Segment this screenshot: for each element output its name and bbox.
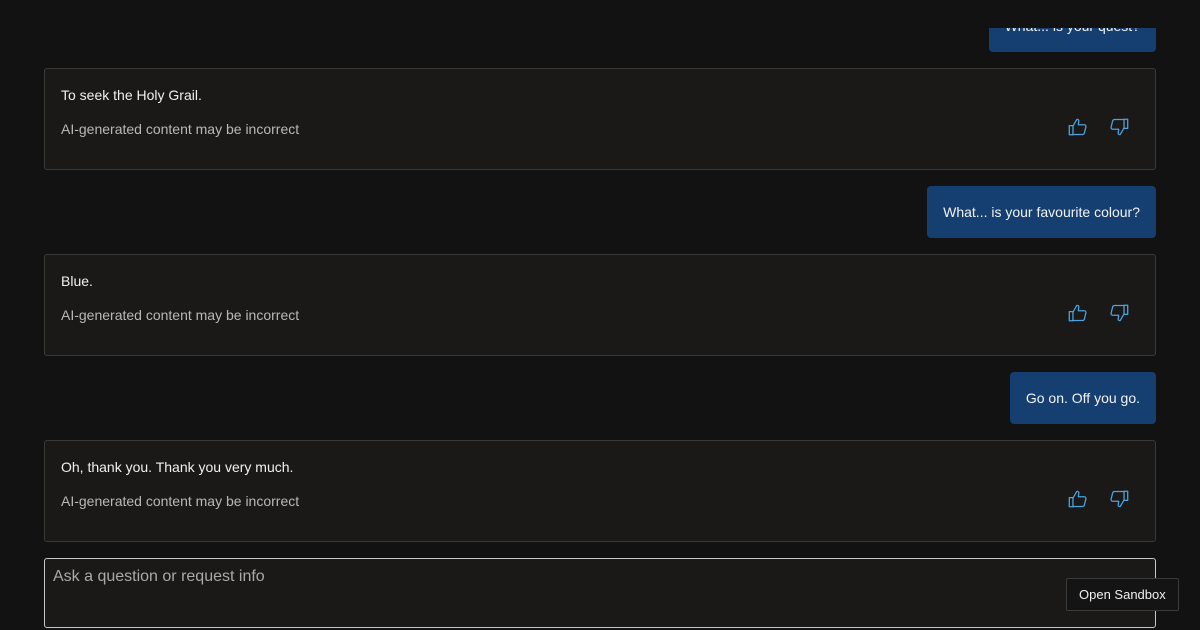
scroll-clip: [0, 0, 1200, 28]
thumbs-up-icon: [1067, 116, 1089, 143]
ai-disclaimer: AI-generated content may be incorrect: [61, 307, 300, 323]
chat-input[interactable]: [45, 559, 1155, 627]
user-message: Go on. Off you go.: [1009, 372, 1156, 424]
thumbs-down-icon: [1108, 488, 1130, 515]
thumbs-up-icon: [1067, 302, 1089, 329]
ai-message-text: Oh, thank you. Thank you very much.: [61, 459, 294, 475]
thumbs-down-icon: [1108, 116, 1130, 143]
ai-message-card: Blue. AI-generated content may be incorr…: [44, 254, 1156, 356]
user-message-text: Go on. Off you go.: [1025, 390, 1140, 406]
ai-message-card: Oh, thank you. Thank you very much. AI-g…: [44, 440, 1156, 542]
ai-message-text: Blue.: [61, 273, 93, 289]
thumbs-up-button[interactable]: [1066, 303, 1090, 327]
thumbs-up-button[interactable]: [1066, 489, 1090, 513]
ai-disclaimer: AI-generated content may be incorrect: [61, 493, 300, 509]
user-message: What... is your favourite colour?: [927, 186, 1156, 238]
thumbs-down-button[interactable]: [1107, 303, 1131, 327]
thumbs-down-button[interactable]: [1107, 489, 1131, 513]
ai-message-text: To seek the Holy Grail.: [61, 87, 202, 103]
ai-message-card: To seek the Holy Grail. AI-generated con…: [44, 68, 1156, 170]
ai-disclaimer: AI-generated content may be incorrect: [61, 121, 300, 137]
thumbs-down-button[interactable]: [1107, 117, 1131, 141]
thumbs-down-icon: [1108, 302, 1130, 329]
thumbs-up-icon: [1067, 488, 1089, 515]
thumbs-up-button[interactable]: [1066, 117, 1090, 141]
chat-composer: [44, 558, 1156, 628]
open-sandbox-button[interactable]: Open Sandbox: [1066, 578, 1179, 611]
user-message-text: What... is your favourite colour?: [943, 204, 1140, 220]
chat-view: What... is your quest? To seek the Holy …: [0, 0, 1200, 630]
